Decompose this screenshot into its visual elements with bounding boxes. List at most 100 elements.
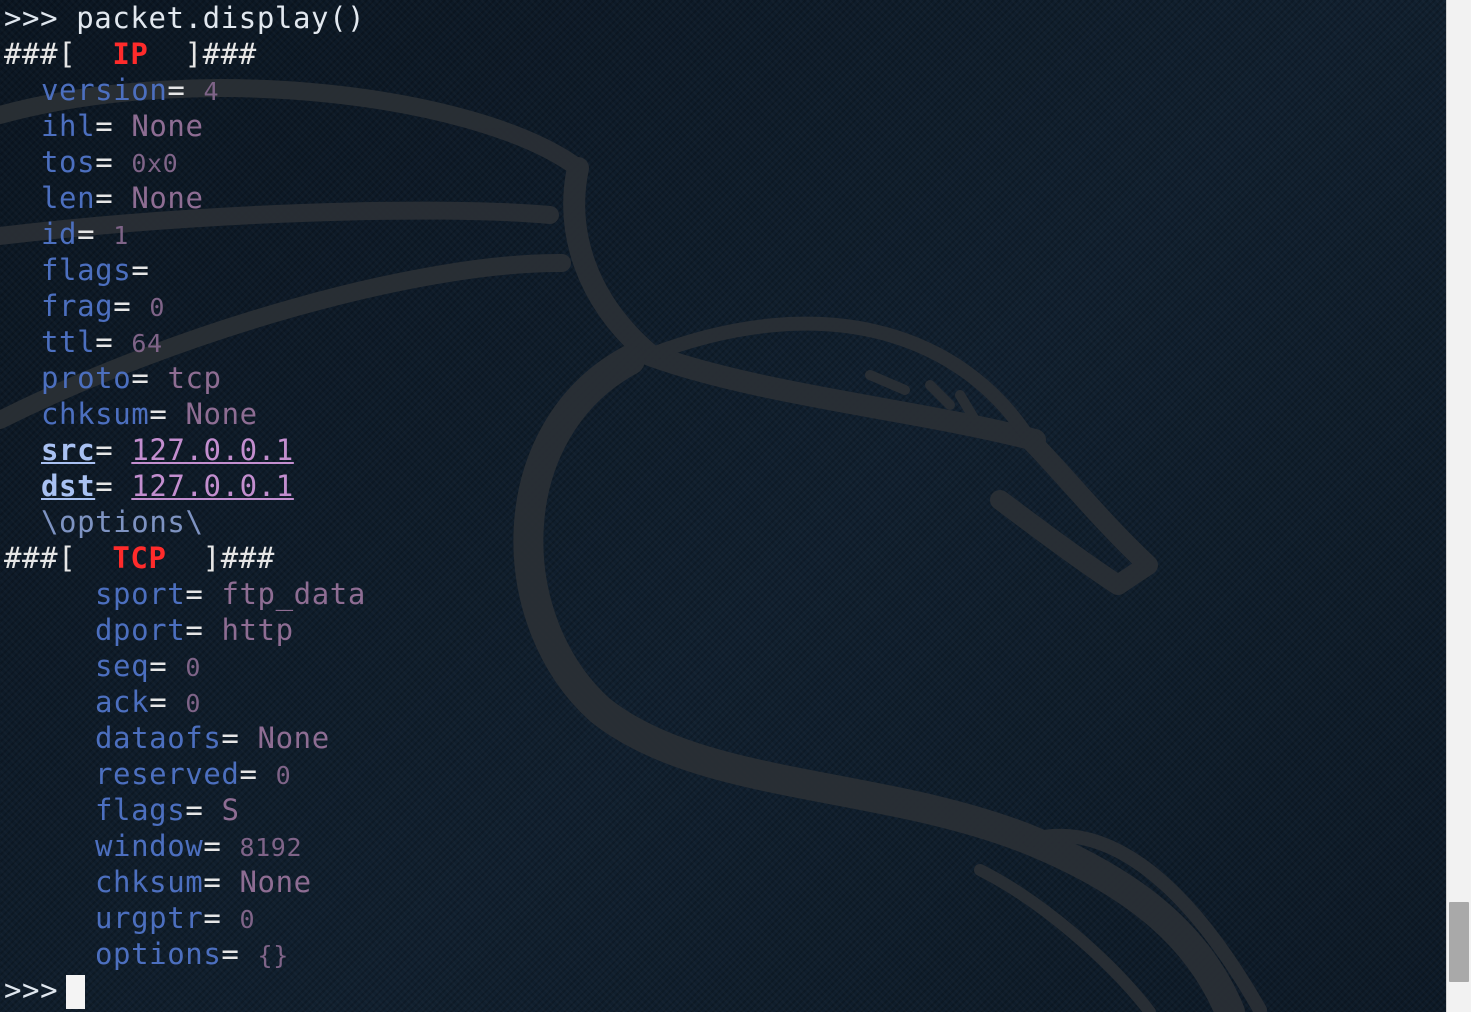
field-name: chksum — [41, 397, 150, 431]
field-value: 64 — [131, 329, 163, 358]
layer-header-ip: ###[ IP ]### — [4, 36, 257, 72]
scrollbar-thumb[interactable] — [1449, 902, 1469, 982]
equals-sign: = — [131, 253, 150, 287]
terminal-window[interactable]: >>> packet.display() ###[ IP ]### version=… — [0, 0, 1471, 1012]
field-value: S — [221, 793, 240, 827]
field-name: ttl — [41, 325, 96, 359]
field-ip-len: len= None — [41, 180, 204, 216]
field-value: 0x0 — [131, 149, 179, 178]
field-tcp-window: window= 8192 — [95, 828, 302, 864]
command-text: packet.display() — [76, 1, 366, 35]
field-ip-dst: dst= 127.0.0.1 — [41, 468, 294, 504]
equals-sign: = — [95, 469, 114, 503]
equals-sign: = — [149, 685, 168, 719]
field-value: ftp_data — [221, 577, 366, 611]
field-ip-ttl: ttl= 64 — [41, 324, 163, 360]
equals-sign: = — [185, 793, 204, 827]
command-line: >>> packet.display() — [4, 0, 365, 36]
field-value: 0 — [149, 293, 166, 322]
ip-options-line: \options\ — [41, 504, 204, 540]
field-tcp-reserved: reserved= 0 — [95, 756, 291, 792]
block-cursor-icon[interactable] — [66, 975, 86, 1009]
vertical-scrollbar[interactable] — [1446, 0, 1471, 1012]
field-value: tcp — [167, 361, 222, 395]
field-ip-id: id= 1 — [41, 216, 129, 252]
field-name: version — [41, 73, 168, 107]
prompt-symbol: >>> — [4, 973, 59, 1007]
header-suffix: ]### — [202, 541, 275, 575]
field-ip-src: src= 127.0.0.1 — [41, 432, 294, 468]
field-name: chksum — [95, 865, 204, 899]
field-tcp-sport: sport= ftp_data — [95, 576, 366, 612]
field-value: None — [131, 181, 204, 215]
field-name: flags — [41, 253, 132, 287]
field-value: None — [185, 397, 258, 431]
field-ip-proto: proto= tcp — [41, 360, 222, 396]
field-name: reserved — [95, 757, 240, 791]
field-tcp-dataofs: dataofs= None — [95, 720, 330, 756]
field-value: 0 — [185, 689, 201, 718]
field-ip-frag: frag= 0 — [41, 288, 165, 324]
equals-sign: = — [149, 397, 168, 431]
equals-sign: = — [221, 937, 240, 971]
field-ip-flags: flags= — [41, 252, 167, 288]
field-name: sport — [95, 577, 186, 611]
equals-sign: = — [185, 577, 204, 611]
field-value: None — [239, 865, 312, 899]
field-name: len — [41, 181, 96, 215]
field-tcp-chksum: chksum= None — [95, 864, 312, 900]
equals-sign: = — [203, 829, 222, 863]
equals-sign: = — [95, 433, 114, 467]
field-value: 127.0.0.1 — [131, 433, 294, 467]
field-value: 127.0.0.1 — [131, 469, 294, 503]
field-name: dst — [41, 469, 96, 503]
equals-sign: = — [185, 613, 204, 647]
field-name: tos — [41, 145, 96, 179]
field-ip-ihl: ihl= None — [41, 108, 204, 144]
field-tcp-seq: seq= 0 — [95, 648, 201, 684]
equals-sign: = — [167, 73, 186, 107]
field-name: id — [41, 217, 78, 251]
field-name: proto — [41, 361, 132, 395]
field-value: {} — [257, 941, 289, 970]
prompt-symbol: >>> — [4, 1, 59, 35]
field-name: options — [95, 937, 222, 971]
equals-sign: = — [203, 865, 222, 899]
equals-sign: = — [77, 217, 96, 251]
field-value: None — [131, 109, 204, 143]
field-value: 1 — [113, 221, 129, 250]
field-ip-chksum: chksum= None — [41, 396, 258, 432]
equals-sign: = — [113, 289, 132, 323]
layer-header-tcp: ###[ TCP ]### — [4, 540, 275, 576]
field-tcp-options: options= {} — [95, 936, 289, 972]
field-name: dataofs — [95, 721, 222, 755]
field-name: frag — [41, 289, 114, 323]
field-value: http — [221, 613, 294, 647]
field-name: flags — [95, 793, 186, 827]
field-value: None — [257, 721, 330, 755]
field-name: seq — [95, 649, 150, 683]
field-name: src — [41, 433, 96, 467]
input-prompt-line[interactable]: >>> — [4, 972, 86, 1009]
field-tcp-urgptr: urgptr= 0 — [95, 900, 255, 936]
equals-sign: = — [221, 721, 240, 755]
equals-sign: = — [95, 325, 114, 359]
field-tcp-dport: dport= http — [95, 612, 294, 648]
field-value: 0 — [275, 761, 292, 790]
header-suffix: ]### — [184, 37, 257, 71]
equals-sign: = — [95, 145, 114, 179]
field-ip-version: version= 4 — [41, 72, 219, 108]
field-value: 4 — [203, 77, 220, 106]
layer-name: TCP — [112, 541, 167, 575]
header-prefix: ###[ — [4, 37, 77, 71]
equals-sign: = — [239, 757, 258, 791]
layer-name: IP — [112, 37, 149, 71]
equals-sign: = — [95, 181, 114, 215]
field-value: 0 — [185, 653, 201, 682]
field-tcp-flags: flags= S — [95, 792, 240, 828]
field-name: window — [95, 829, 204, 863]
equals-sign: = — [149, 649, 168, 683]
field-tcp-ack: ack= 0 — [95, 684, 201, 720]
equals-sign: = — [203, 901, 222, 935]
field-value: 0 — [239, 905, 256, 934]
